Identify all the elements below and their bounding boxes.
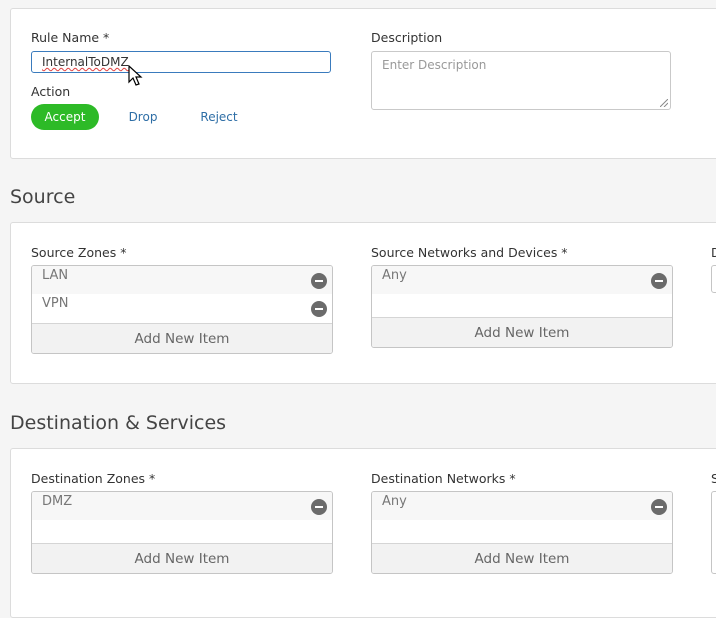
description-textarea[interactable]: Enter Description	[371, 51, 671, 110]
source-third-list[interactable]	[711, 265, 716, 293]
network-name: Any	[382, 494, 407, 509]
destination-zones-label: Destination Zones *	[31, 471, 156, 486]
list-item: Any	[372, 266, 672, 294]
remove-item-icon[interactable]	[651, 499, 667, 515]
zone-name: DMZ	[42, 494, 73, 509]
source-zones-label: Source Zones *	[31, 245, 127, 260]
add-new-item-button[interactable]: Add New Item	[372, 543, 672, 573]
rule-name-label: Rule Name *	[31, 30, 110, 45]
remove-item-icon[interactable]	[311, 499, 327, 515]
zone-name: VPN	[42, 296, 69, 311]
source-card: Source Zones * LAN VPN Add New Item Sour…	[10, 222, 716, 384]
zone-name: LAN	[42, 268, 69, 283]
source-third-label: D	[711, 245, 716, 260]
destination-section-title: Destination & Services	[10, 412, 227, 434]
source-networks-list[interactable]: Any Add New Item	[371, 265, 673, 348]
source-zones-list[interactable]: LAN VPN Add New Item	[31, 265, 333, 354]
resize-grip-icon[interactable]	[660, 99, 668, 107]
destination-networks-list[interactable]: Any Add New Item	[371, 491, 673, 574]
source-networks-label: Source Networks and Devices *	[371, 245, 568, 260]
list-item: DMZ	[32, 492, 332, 520]
remove-item-icon[interactable]	[311, 301, 327, 317]
rule-name-value: InternalToDMZ	[42, 55, 129, 69]
add-new-item-button[interactable]: Add New Item	[372, 317, 672, 347]
destination-third-list[interactable]	[711, 491, 716, 574]
list-item: VPN	[32, 294, 332, 322]
action-drop-button[interactable]: Drop	[117, 104, 169, 130]
destination-third-label: S	[711, 471, 716, 486]
add-new-item-button[interactable]: Add New Item	[32, 543, 332, 573]
action-label: Action	[31, 84, 71, 99]
description-placeholder: Enter Description	[382, 58, 487, 72]
mouse-cursor-icon	[128, 65, 143, 86]
rule-details-card: Rule Name * InternalToDMZ Action Accept …	[10, 8, 716, 159]
rule-name-input[interactable]: InternalToDMZ	[31, 51, 331, 73]
network-name: Any	[382, 268, 407, 283]
destination-zones-list[interactable]: DMZ Add New Item	[31, 491, 333, 574]
action-accept-button[interactable]: Accept	[31, 104, 99, 130]
description-label: Description	[371, 30, 443, 45]
add-new-item-button[interactable]: Add New Item	[32, 323, 332, 353]
destination-card: Destination Zones * DMZ Add New Item Des…	[10, 448, 716, 618]
source-section-title: Source	[10, 186, 76, 208]
action-reject-button[interactable]: Reject	[191, 104, 247, 130]
list-item: LAN	[32, 266, 332, 294]
list-item: Any	[372, 492, 672, 520]
remove-item-icon[interactable]	[311, 273, 327, 289]
remove-item-icon[interactable]	[651, 273, 667, 289]
destination-networks-label: Destination Networks *	[371, 471, 516, 486]
